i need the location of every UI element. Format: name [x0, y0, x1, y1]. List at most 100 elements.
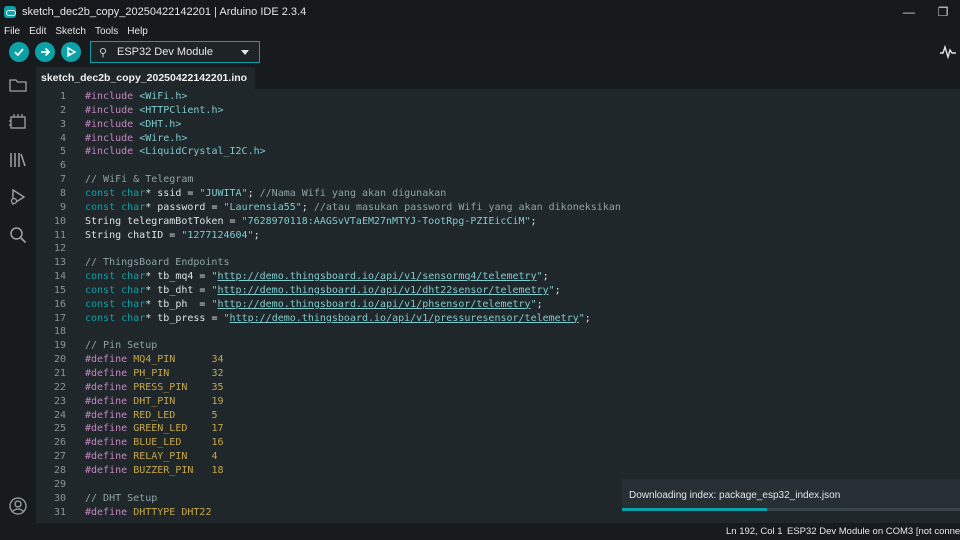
line-number: 23: [53, 395, 66, 407]
code-text: #define RED_LED 5: [85, 409, 218, 421]
code-line[interactable]: 23 #define DHT_PIN 19: [36, 395, 960, 409]
status-bar: Ln 192, Col 1 ESP32 Dev Module on COM3 […: [0, 523, 960, 540]
line-number: 18: [53, 326, 66, 338]
verify-button[interactable]: [9, 42, 29, 62]
code-text: // ThingsBoard Endpoints: [85, 257, 230, 269]
window-title: sketch_dec2b_copy_20250422142201 | Ardui…: [22, 5, 307, 18]
code-line[interactable]: 13 // ThingsBoard Endpoints: [36, 256, 960, 270]
code-line[interactable]: 5 #include <LiquidCrystal_I2C.h>: [36, 145, 960, 159]
code-text: #define MQ4_PIN 34: [85, 354, 224, 366]
code-text: #include <LiquidCrystal_I2C.h>: [85, 146, 266, 158]
code-text: #define GREEN_LED 17: [85, 423, 224, 435]
code-text: #define BLUE_LED 16: [85, 437, 224, 449]
debug-button[interactable]: [61, 42, 81, 62]
line-number: 15: [53, 284, 66, 296]
account-icon: [9, 497, 27, 515]
menu-sketch[interactable]: Sketch: [51, 26, 91, 37]
menu-edit[interactable]: Edit: [25, 26, 51, 37]
usb-icon: ⚲: [99, 46, 108, 59]
code-text: #include <HTTPClient.h>: [85, 104, 224, 116]
debug-panel-button[interactable]: [8, 187, 28, 207]
window-controls: — ❐: [892, 0, 960, 23]
code-line[interactable]: 12: [36, 242, 960, 256]
code-line[interactable]: 14 const char* tb_mq4 = "http://demo.thin…: [36, 270, 960, 284]
debug-icon: [67, 46, 77, 58]
line-number: 12: [53, 243, 66, 255]
search-button[interactable]: [8, 225, 28, 245]
code-line[interactable]: 3 #include <DHT.h>: [36, 118, 960, 132]
code-text: #include <Wire.h>: [85, 132, 188, 144]
code-line[interactable]: 26 #define BLUE_LED 16: [36, 436, 960, 450]
cursor-position[interactable]: Ln 192, Col 1: [726, 523, 783, 540]
verify-icon: [14, 48, 24, 57]
line-number: 25: [53, 423, 66, 435]
code-line[interactable]: 8 const char* ssid = "JUWITA"; //Nama Wif…: [36, 187, 960, 201]
line-number: 20: [53, 354, 66, 366]
line-number: 13: [53, 257, 66, 269]
line-number: 22: [53, 381, 66, 393]
boards-manager-button[interactable]: [8, 112, 28, 132]
arduino-logo-icon: [4, 5, 16, 18]
account-button[interactable]: [8, 496, 28, 516]
code-line[interactable]: 4 #include <Wire.h>: [36, 132, 960, 146]
line-number: 19: [53, 340, 66, 352]
code-text: const char* tb_mq4 = "http://demo.things…: [85, 271, 549, 283]
line-number: 14: [53, 271, 66, 283]
line-number: 24: [53, 409, 66, 421]
line-number: 16: [53, 298, 66, 310]
code-line[interactable]: 2 #include <HTTPClient.h>: [36, 104, 960, 118]
code-line[interactable]: 28 #define BUZZER_PIN 18: [36, 464, 960, 478]
line-number: 28: [53, 464, 66, 476]
menu-file[interactable]: File: [0, 26, 25, 37]
code-line[interactable]: 27 #define RELAY_PIN 4: [36, 450, 960, 464]
code-line[interactable]: 17 const char* tb_press = "http://demo.th…: [36, 312, 960, 326]
chevron-down-icon: [241, 49, 249, 55]
line-number: 1: [59, 91, 66, 102]
code-text: const char* tb_dht = "http://demo.things…: [85, 284, 561, 296]
line-number: 6: [59, 160, 66, 172]
activity-bar: [0, 67, 36, 523]
board-port-status[interactable]: ESP32 Dev Module on COM3 [not connected]: [787, 523, 960, 540]
code-line[interactable]: 16 const char* tb_ph = "http://demo.thing…: [36, 298, 960, 312]
library-manager-button[interactable]: [8, 150, 28, 170]
tab-label: sketch_dec2b_copy_20250422142201.ino: [41, 72, 248, 84]
line-number: 5: [59, 146, 66, 158]
code-line[interactable]: 20 #define MQ4_PIN 34: [36, 353, 960, 367]
code-text: // DHT Setup: [85, 492, 158, 504]
code-line[interactable]: 6: [36, 159, 960, 173]
code-line[interactable]: 18: [36, 325, 960, 339]
line-number: 4: [59, 132, 66, 144]
sketchbook-icon: [9, 79, 27, 92]
line-number: 21: [53, 368, 66, 379]
restore-button[interactable]: ❐: [926, 0, 960, 23]
sketchbook-button[interactable]: [8, 75, 28, 95]
code-line[interactable]: 1 #include <WiFi.h>: [36, 90, 960, 104]
code-line[interactable]: 15 const char* tb_dht = "http://demo.thin…: [36, 284, 960, 298]
code-line[interactable]: 19 // Pin Setup: [36, 339, 960, 353]
minimize-button[interactable]: —: [892, 0, 926, 23]
toolbar: ⚲ ESP32 Dev Module: [0, 39, 960, 67]
boards-manager-icon: [9, 114, 26, 129]
menu-help[interactable]: Help: [123, 26, 153, 37]
tab-sketch-file[interactable]: sketch_dec2b_copy_20250422142201.ino: [36, 67, 256, 89]
code-line[interactable]: 11 String chatID = "1277124604";: [36, 229, 960, 243]
code-text: const char* tb_ph = "http://demo.thingsb…: [85, 298, 543, 310]
line-number: 3: [59, 118, 66, 130]
debug-icon: [10, 188, 26, 206]
code-line[interactable]: 22 #define PRESS_PIN 35: [36, 381, 960, 395]
code-line[interactable]: 25 #define GREEN_LED 17: [36, 422, 960, 436]
serial-plotter-icon[interactable]: [940, 45, 956, 59]
menu-tools[interactable]: Tools: [91, 26, 123, 37]
code-line[interactable]: 9 const char* password = "Laurensia55"; /…: [36, 201, 960, 215]
code-editor[interactable]: 1 #include <WiFi.h> 2 #include <HTTPClient.…: [36, 89, 960, 523]
code-line[interactable]: 10 String telegramBotToken = "7628970118:…: [36, 215, 960, 229]
code-line[interactable]: 7 // WiFi & Telegram: [36, 173, 960, 187]
line-number: 17: [53, 312, 66, 324]
code-text: #define RELAY_PIN 4: [85, 451, 218, 463]
code-line[interactable]: 21 #define PH_PIN 32: [36, 367, 960, 381]
code-text: #include <DHT.h>: [85, 118, 182, 130]
line-number: 29: [53, 478, 66, 490]
code-line[interactable]: 24 #define RED_LED 5: [36, 409, 960, 423]
upload-button[interactable]: [35, 42, 55, 62]
board-selector[interactable]: ⚲ ESP32 Dev Module: [90, 41, 260, 63]
